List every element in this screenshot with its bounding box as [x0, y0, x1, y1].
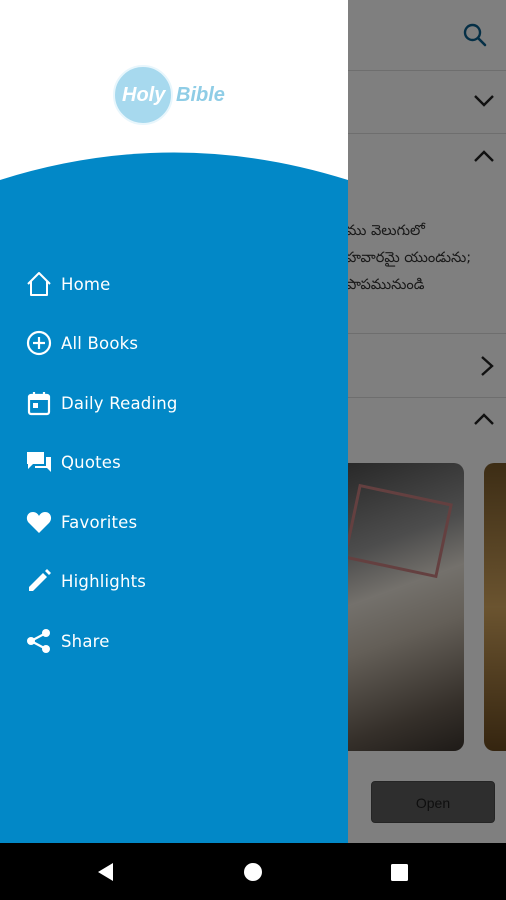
menu-label-home: Home — [61, 274, 111, 294]
navigation-drawer: Holy Bible Home All Books Daily Reading — [0, 0, 348, 843]
menu-item-favorites[interactable]: Favorites — [0, 500, 348, 544]
menu-label-favorites: Favorites — [61, 512, 138, 532]
menu-label-highlights: Highlights — [61, 571, 147, 591]
calendar-icon — [25, 389, 53, 417]
menu-item-daily-reading[interactable]: Daily Reading — [0, 381, 348, 425]
menu-label-daily-reading: Daily Reading — [61, 393, 178, 413]
system-navigation-bar — [0, 843, 506, 900]
recents-icon[interactable] — [369, 843, 429, 900]
menu-label-quotes: Quotes — [61, 452, 121, 472]
home-icon — [25, 270, 53, 298]
back-icon[interactable] — [76, 843, 136, 900]
heart-icon — [25, 508, 53, 536]
menu-label-share: Share — [61, 631, 110, 651]
menu-item-quotes[interactable]: Quotes — [0, 440, 348, 484]
menu-item-home[interactable]: Home — [0, 262, 348, 306]
menu-label-all-books: All Books — [61, 333, 139, 353]
quotes-icon — [25, 448, 53, 476]
pencil-icon — [25, 567, 53, 595]
home-circle-icon[interactable] — [223, 843, 283, 900]
menu-item-share[interactable]: Share — [0, 619, 348, 663]
add-circle-icon — [25, 329, 53, 357]
holy-bible-logo: Holy Bible — [113, 64, 233, 128]
menu-item-highlights[interactable]: Highlights — [0, 559, 348, 603]
menu-item-all-books[interactable]: All Books — [0, 321, 348, 365]
share-icon — [25, 627, 53, 655]
